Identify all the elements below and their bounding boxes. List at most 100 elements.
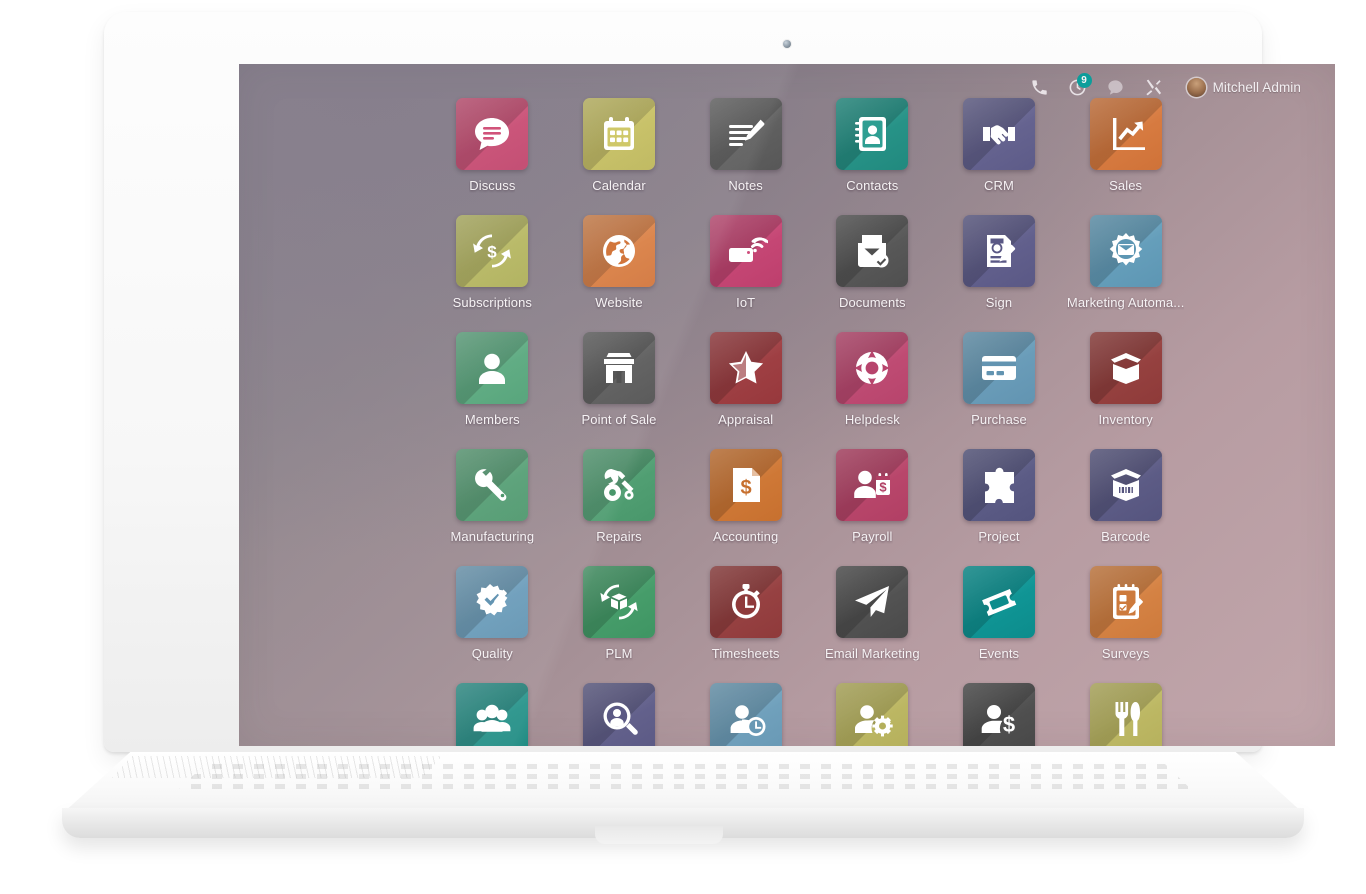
app-contacts[interactable]: Contacts <box>809 98 936 193</box>
activity-clock-icon[interactable]: 9 <box>1068 72 1092 97</box>
app-label: Appraisal <box>718 412 774 427</box>
app-recruitment[interactable]: Recruitment <box>556 683 683 746</box>
app-label: Project <box>978 529 1020 544</box>
lunch-icon[interactable] <box>1089 683 1162 746</box>
svg-text:$: $ <box>740 477 751 499</box>
app-grid: Discuss Calendar Notes Contacts CRM Sales $ Sub… <box>429 98 1189 746</box>
app-label: Manufacturing <box>450 529 535 544</box>
payroll-icon[interactable]: $ <box>836 449 909 521</box>
members-icon[interactable] <box>456 332 529 404</box>
employees-icon[interactable] <box>456 683 529 746</box>
app-crm[interactable]: CRM <box>936 98 1063 193</box>
user-menu[interactable]: Mitchell Admin <box>1186 77 1301 97</box>
screenshot-stage: 9 Mitchell Admin Discuss Calendar Notes Cont… <box>0 0 1366 894</box>
contacts-icon[interactable] <box>836 98 909 170</box>
attendances-icon[interactable] <box>709 683 782 746</box>
svg-text:$: $ <box>1003 712 1015 737</box>
app-label: Point of Sale <box>581 412 657 427</box>
app-label: Contacts <box>846 178 899 193</box>
surveys-icon[interactable] <box>1089 566 1162 638</box>
purchase-card-icon[interactable] <box>962 332 1035 404</box>
app-timesheets[interactable]: Timesheets <box>682 566 809 661</box>
app-label: CRM <box>984 178 1014 193</box>
app-label: Purchase <box>971 412 1027 427</box>
app-notes[interactable]: Notes <box>682 98 809 193</box>
inventory-box-icon[interactable] <box>1089 332 1162 404</box>
app-website[interactable]: Website <box>556 215 683 310</box>
accounting-invoice-icon[interactable]: $ <box>709 449 782 521</box>
app-marketing-automa[interactable]: Marketing Automa... <box>1062 215 1189 310</box>
desktop-screen: 9 Mitchell Admin Discuss Calendar Notes Cont… <box>239 64 1335 746</box>
app-accounting[interactable]: $ Accounting <box>682 449 809 544</box>
app-label: IoT <box>736 295 756 310</box>
app-appraisal[interactable]: Appraisal <box>682 332 809 427</box>
timesheets-stopwatch-icon[interactable] <box>709 566 782 638</box>
quality-badge-icon[interactable] <box>456 566 529 638</box>
svg-text:$: $ <box>880 480 888 495</box>
laptop-front-notch <box>595 826 723 844</box>
email-marketing-icon[interactable] <box>836 566 909 638</box>
crm-handshake-icon[interactable] <box>962 98 1035 170</box>
app-project[interactable]: Project <box>936 449 1063 544</box>
app-label: Inventory <box>1098 412 1153 427</box>
app-inventory[interactable]: Inventory <box>1062 332 1189 427</box>
sign-icon[interactable] <box>962 215 1035 287</box>
subscriptions-icon[interactable]: $ <box>456 215 529 287</box>
app-barcode[interactable]: Barcode <box>1062 449 1189 544</box>
app-surveys[interactable]: Surveys <box>1062 566 1189 661</box>
app-label: Sign <box>985 295 1013 310</box>
iot-icon[interactable] <box>709 215 782 287</box>
expenses-icon[interactable]: $ <box>962 683 1035 746</box>
calendar-icon[interactable] <box>582 98 655 170</box>
app-members[interactable]: Members <box>429 332 556 427</box>
tools-icon[interactable] <box>1144 78 1163 97</box>
app-label: Calendar <box>592 178 646 193</box>
app-manufacturing[interactable]: Manufacturing <box>429 449 556 544</box>
app-events[interactable]: Events <box>936 566 1063 661</box>
plm-icon[interactable] <box>582 566 655 638</box>
discuss-icon[interactable] <box>456 98 529 170</box>
app-label: Sales <box>1109 178 1143 193</box>
events-ticket-icon[interactable] <box>962 566 1035 638</box>
app-leaves[interactable]: Leaves <box>809 683 936 746</box>
marketing-automation-icon[interactable] <box>1089 215 1162 287</box>
notes-icon[interactable] <box>709 98 782 170</box>
app-employees[interactable]: Employees <box>429 683 556 746</box>
manufacturing-wrench-icon[interactable] <box>456 449 529 521</box>
phone-icon[interactable] <box>1030 78 1049 97</box>
project-puzzle-icon[interactable] <box>962 449 1035 521</box>
app-subscriptions[interactable]: $ Subscriptions <box>429 215 556 310</box>
messages-icon[interactable] <box>1106 78 1125 97</box>
app-label: Quality <box>471 646 513 661</box>
app-email-marketing[interactable]: Email Marketing <box>809 566 936 661</box>
app-iot[interactable]: IoT <box>682 215 809 310</box>
barcode-box-icon[interactable] <box>1089 449 1162 521</box>
app-calendar[interactable]: Calendar <box>556 98 683 193</box>
app-attendances[interactable]: Attendances <box>682 683 809 746</box>
app-point-of-sale[interactable]: Point of Sale <box>556 332 683 427</box>
app-quality[interactable]: Quality <box>429 566 556 661</box>
app-label: Members <box>464 412 520 427</box>
appraisal-star-icon[interactable] <box>709 332 782 404</box>
leaves-icon[interactable] <box>836 683 909 746</box>
app-lunch[interactable]: Lunch <box>1062 683 1189 746</box>
app-sign[interactable]: Sign <box>936 215 1063 310</box>
app-label: Discuss <box>469 178 516 193</box>
laptop-keyboard <box>170 758 1200 798</box>
sales-chart-icon[interactable] <box>1089 98 1162 170</box>
app-payroll[interactable]: $ Payroll <box>809 449 936 544</box>
app-helpdesk[interactable]: Helpdesk <box>809 332 936 427</box>
helpdesk-lifebuoy-icon[interactable] <box>836 332 909 404</box>
app-repairs[interactable]: Repairs <box>556 449 683 544</box>
recruitment-icon[interactable] <box>582 683 655 746</box>
app-documents[interactable]: Documents <box>809 215 936 310</box>
app-expenses[interactable]: $Expenses <box>936 683 1063 746</box>
app-plm[interactable]: PLM <box>556 566 683 661</box>
website-globe-icon[interactable] <box>582 215 655 287</box>
repairs-icon[interactable] <box>582 449 655 521</box>
documents-icon[interactable] <box>836 215 909 287</box>
app-purchase[interactable]: Purchase <box>936 332 1063 427</box>
app-sales[interactable]: Sales <box>1062 98 1189 193</box>
app-discuss[interactable]: Discuss <box>429 98 556 193</box>
point-of-sale-icon[interactable] <box>582 332 655 404</box>
